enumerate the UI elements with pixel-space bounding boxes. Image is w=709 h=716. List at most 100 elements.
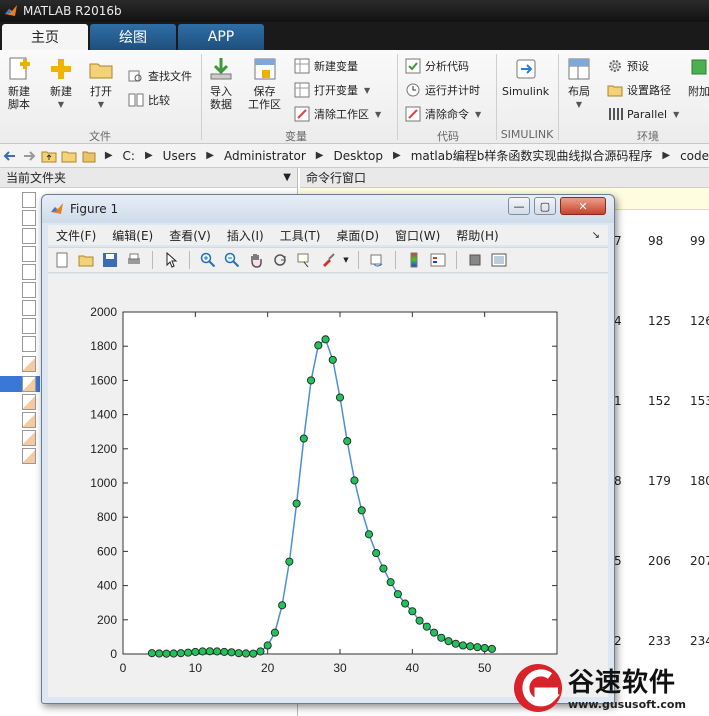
tab-plots[interactable]: 绘图 [90, 24, 176, 50]
simulink-button[interactable]: Simulink [502, 56, 549, 98]
file-icon[interactable] [22, 300, 36, 316]
file-icon[interactable] [22, 264, 36, 280]
m-file-icon[interactable] [22, 356, 36, 372]
back-arrow-icon[interactable] [2, 148, 18, 164]
breadcrumb-item[interactable]: Administrator [224, 149, 306, 163]
data-point [429, 628, 439, 637]
file-icon[interactable] [22, 318, 36, 334]
m-file-icon[interactable] [22, 448, 36, 464]
menu-window[interactable]: 窗口(W) [387, 227, 448, 244]
open-label: 打开 [90, 85, 112, 98]
close-icon[interactable]: ✕ [560, 197, 606, 215]
file-icon[interactable] [22, 336, 36, 352]
forward-arrow-icon[interactable] [22, 148, 38, 164]
up-folder-icon[interactable] [41, 148, 57, 164]
tab-home[interactable]: 主页 [2, 24, 88, 50]
open-button[interactable]: 打开 ▼ [88, 56, 114, 111]
preferences-button[interactable]: 预设 [607, 56, 649, 76]
legend-icon[interactable] [428, 250, 448, 270]
m-file-icon[interactable] [22, 412, 36, 428]
file-icon[interactable] [22, 282, 36, 298]
menu-file[interactable]: 文件(F) [48, 227, 104, 244]
address-bar: ▶ C: ▶ Users ▶ Administrator ▶ Desktop ▶… [0, 144, 709, 168]
layout-button[interactable]: 布局 ▼ [566, 56, 592, 111]
maximize-icon[interactable]: ▢ [534, 197, 556, 215]
open-variable-button[interactable]: 打开变量 ▼ [294, 80, 370, 100]
data-point [191, 647, 200, 656]
new-script-label: 新建 脚本 [8, 85, 30, 111]
data-point [379, 564, 388, 573]
import-data-button[interactable]: 导入 数据 [208, 56, 234, 111]
addons-button[interactable]: 附加 [688, 56, 709, 98]
parallel-button[interactable]: Parallel ▼ [607, 104, 679, 124]
menu-desktop[interactable]: 桌面(D) [328, 227, 387, 244]
current-folder-title: 当前文件夹 [6, 171, 67, 185]
file-icon[interactable] [22, 192, 36, 208]
dock-arrow-icon[interactable]: ↘ [584, 230, 608, 241]
breadcrumb-item[interactable]: code [680, 149, 709, 163]
file-icon[interactable] [22, 246, 36, 262]
file-icon[interactable] [22, 210, 36, 226]
run-and-time-button[interactable]: 运行并计时 [405, 80, 480, 100]
data-point [299, 434, 308, 443]
data-cursor-icon[interactable] [294, 250, 314, 270]
breadcrumb-item[interactable]: Desktop [333, 149, 383, 163]
clear-workspace-button[interactable]: 清除工作区 ▼ [294, 104, 381, 124]
addons-label: 附加 [688, 85, 709, 98]
data-point [227, 648, 236, 657]
save-icon[interactable] [100, 250, 120, 270]
zoom-out-icon[interactable] [222, 250, 242, 270]
data-point [401, 599, 410, 608]
file-icon[interactable] [22, 228, 36, 244]
zoom-in-icon[interactable] [198, 250, 218, 270]
new-button[interactable]: 新建 ▼ [48, 56, 74, 111]
find-files-button[interactable]: 查找文件 [128, 66, 192, 86]
menu-tools[interactable]: 工具(T) [272, 227, 329, 244]
new-script-button[interactable]: 新建 脚本 [6, 56, 32, 111]
breadcrumb-item[interactable]: Users [163, 149, 197, 163]
figure-canvas[interactable]: 0 10 20 30 40 50 0 200 400 600 800 1000 1200 1400 1600… [48, 274, 608, 697]
hide-plot-tools-icon[interactable] [465, 250, 485, 270]
tab-apps[interactable]: APP [178, 24, 264, 50]
m-file-icon[interactable] [22, 430, 36, 446]
pan-hand-icon[interactable] [246, 250, 266, 270]
set-path-button[interactable]: 设置路径 [607, 80, 671, 100]
minimize-icon[interactable]: — [508, 197, 530, 215]
show-plot-tools-icon[interactable] [489, 250, 509, 270]
clear-commands-button[interactable]: 清除命令 ▼ [405, 104, 481, 124]
menu-insert[interactable]: 插入(I) [219, 227, 272, 244]
current-folder-header: 当前文件夹 ▼ [0, 168, 297, 188]
pointer-icon[interactable] [161, 250, 181, 270]
group-divider [558, 54, 559, 140]
menu-view[interactable]: 查看(V) [161, 227, 219, 244]
menu-help[interactable]: 帮助(H) [448, 227, 506, 244]
app-title: MATLAB R2016b [23, 4, 122, 18]
brush-icon[interactable] [318, 250, 338, 270]
m-file-icon[interactable] [22, 394, 36, 410]
simulink-group-label: SIMULINK [500, 128, 554, 141]
data-point [220, 647, 229, 656]
data-point [212, 647, 222, 656]
new-figure-icon[interactable] [52, 250, 72, 270]
save-workspace-button[interactable]: 保存 工作区 [248, 56, 281, 111]
menu-edit[interactable]: 编辑(E) [104, 227, 161, 244]
rotate-3d-icon[interactable] [270, 250, 290, 270]
compare-button[interactable]: 比较 [128, 90, 170, 110]
breadcrumb-item[interactable]: matlab编程b样条函数实现曲线拟合源码程序 [411, 147, 653, 164]
open-file-icon[interactable] [76, 250, 96, 270]
line-chart: 0 10 20 30 40 50 0 200 400 600 800 1000 1200 1400 1600… [90, 305, 558, 675]
new-variable-button[interactable]: 新建变量 [294, 56, 358, 76]
chevron-down-icon[interactable]: ▼ [342, 250, 350, 270]
print-icon[interactable] [124, 250, 144, 270]
panel-menu-icon[interactable]: ▼ [283, 172, 291, 183]
browse-folder-icon[interactable] [61, 148, 77, 164]
analyze-code-button[interactable]: 分析代码 [405, 56, 469, 76]
breadcrumb-item[interactable]: C: [123, 149, 135, 163]
command-output-value: 98 [648, 234, 664, 248]
colorbar-icon[interactable] [404, 250, 424, 270]
figure-window[interactable]: Figure 1 — ▢ ✕ 文件(F) 编辑(E) 查看(V) 插入(I) 工… [41, 194, 615, 704]
toolbar-separator [189, 251, 190, 269]
m-file-icon[interactable] [22, 376, 36, 392]
chevron-down-icon: ▼ [575, 100, 583, 109]
link-plot-icon[interactable] [367, 250, 387, 270]
